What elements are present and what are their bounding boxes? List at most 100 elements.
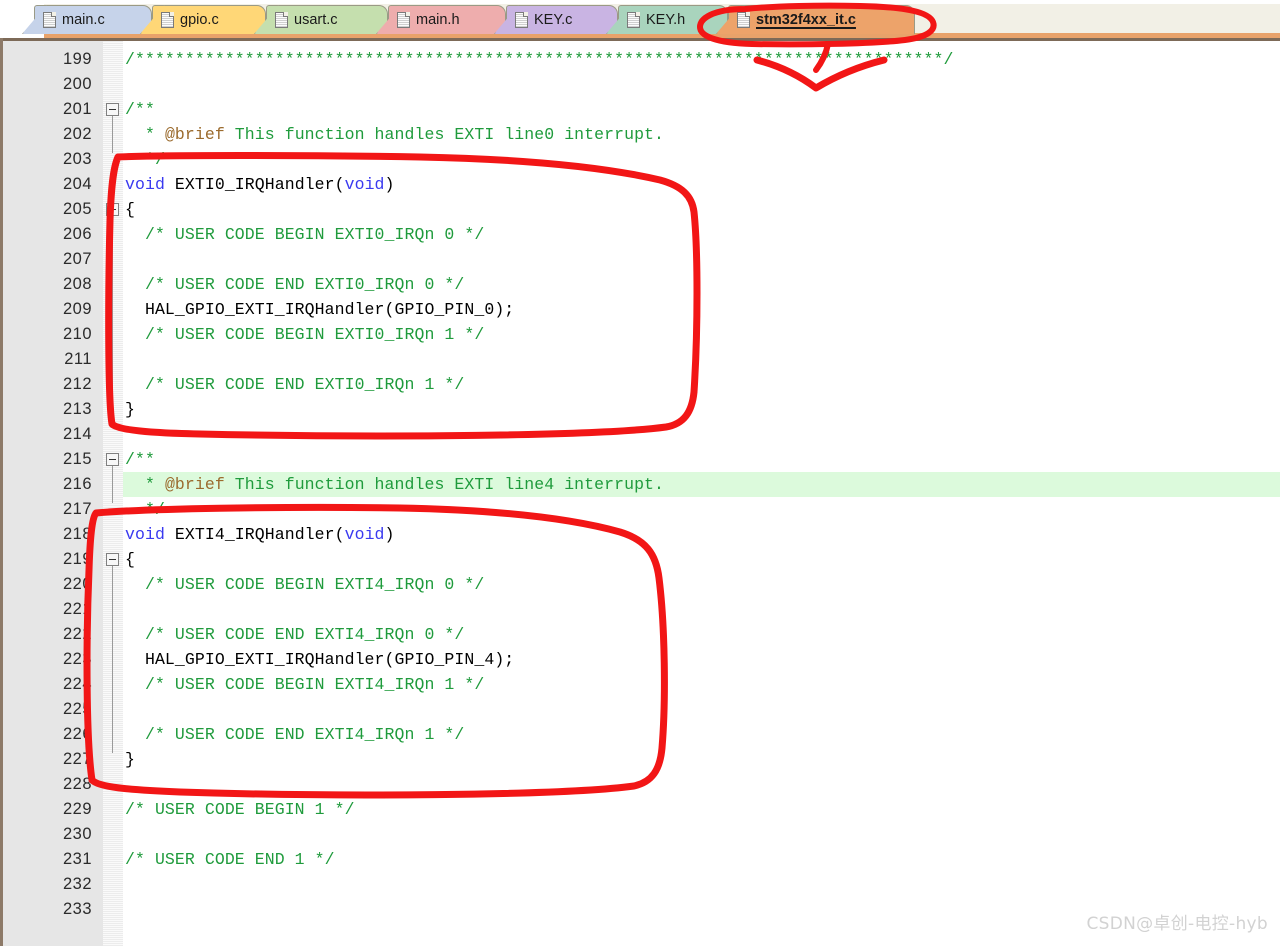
code-token-comment: /* USER CODE BEGIN EXTI0_IRQn 1 */ [125, 325, 485, 344]
code-line-row[interactable]: 220 /* USER CODE BEGIN EXTI4_IRQn 0 */ [0, 572, 1280, 597]
code-line-row[interactable]: 214 [0, 422, 1280, 447]
code-line-row[interactable]: 204 void EXTI0_IRQHandler(void) [0, 172, 1280, 197]
line-number: 207 [62, 250, 92, 268]
code-token-comment: * [125, 125, 165, 144]
line-number: 227 [62, 750, 92, 768]
code-line-row[interactable]: 217 */ [0, 497, 1280, 522]
code-token-comment: /* USER CODE END EXTI0_IRQn 0 */ [125, 275, 465, 294]
editor-tab-stm32f4xx-it-c[interactable]: stm32f4xx_it.c [728, 5, 915, 34]
code-line-text: } [125, 747, 135, 772]
fold-span-line [112, 465, 113, 503]
code-line-row[interactable]: 200 [0, 72, 1280, 97]
code-line-row[interactable]: 227} [0, 747, 1280, 772]
code-token-plain: EXTI0_IRQHandler( [164, 175, 345, 194]
code-line-row[interactable]: 212 /* USER CODE END EXTI0_IRQn 1 */ [0, 372, 1280, 397]
editor-tab-main-h[interactable]: main.h [388, 5, 506, 34]
code-line-row[interactable]: 231 /* USER CODE END 1 */ [0, 847, 1280, 872]
code-token-comment: /* USER CODE BEGIN EXTI4_IRQn 1 */ [125, 675, 485, 694]
code-line-row[interactable]: 216 * @brief This function handles EXTI … [0, 472, 1280, 497]
code-token-comment: /***************************************… [125, 50, 954, 69]
code-line-row[interactable]: 207 [0, 247, 1280, 272]
code-line-text: * @brief This function handles EXTI line… [125, 122, 664, 147]
code-line-text: { [125, 197, 135, 222]
code-token-plain: HAL_GPIO_EXTI_IRQHandler(GPIO_PIN_0); [125, 300, 515, 319]
code-line-row[interactable]: 223 HAL_GPIO_EXTI_IRQHandler(GPIO_PIN_4)… [0, 647, 1280, 672]
editor-tab-label: stm32f4xx_it.c [756, 12, 856, 28]
editor-tab-gpio-c[interactable]: gpio.c [152, 5, 266, 34]
code-token-comment: /* USER CODE BEGIN EXTI0_IRQn 0 */ [125, 225, 485, 244]
line-number: 203 [62, 150, 92, 168]
line-number: 230 [62, 825, 92, 843]
code-line-row[interactable]: 199 /************************************… [0, 47, 1280, 72]
code-line-row[interactable]: 215 /** [0, 447, 1280, 472]
code-line-row[interactable]: 205 { [0, 197, 1280, 222]
code-line-text: * @brief This function handles EXTI line… [125, 472, 664, 497]
code-token-plain: } [125, 750, 135, 769]
code-line-row[interactable]: 209 HAL_GPIO_EXTI_IRQHandler(GPIO_PIN_0)… [0, 297, 1280, 322]
code-token-comment: */ [125, 150, 165, 169]
code-token-comment: This function handles EXTI line4 interru… [224, 475, 665, 494]
editor-tab-key-h[interactable]: KEY.h [618, 5, 728, 34]
code-line-row[interactable]: 203 */ [0, 147, 1280, 172]
line-number: 212 [62, 375, 92, 393]
code-line-row[interactable]: 225 [0, 697, 1280, 722]
code-line-text: /* USER CODE END EXTI0_IRQn 0 */ [125, 272, 464, 297]
editor-tab-label: main.h [416, 12, 460, 28]
editor-tab-key-c[interactable]: KEY.c [506, 5, 618, 34]
code-line-text: /* USER CODE BEGIN EXTI4_IRQn 1 */ [125, 672, 484, 697]
code-line-row[interactable]: 232 [0, 872, 1280, 897]
document-icon [627, 12, 640, 28]
code-line-row[interactable]: 218 void EXTI4_IRQHandler(void) [0, 522, 1280, 547]
code-line-row[interactable]: 201 /** [0, 97, 1280, 122]
editor-tab-main-c[interactable]: main.c [34, 5, 152, 34]
code-token-comment: /* USER CODE END EXTI0_IRQn 1 */ [125, 375, 465, 394]
document-icon [43, 12, 56, 28]
code-token-comment: /* USER CODE END 1 */ [125, 850, 335, 869]
code-line-row[interactable]: 208 /* USER CODE END EXTI0_IRQn 0 */ [0, 272, 1280, 297]
editor-tab-label: gpio.c [180, 12, 219, 28]
fold-toggle-minus-icon[interactable] [106, 453, 119, 466]
code-line-row[interactable]: 226 /* USER CODE END EXTI4_IRQn 1 */ [0, 722, 1280, 747]
line-number: 200 [62, 75, 92, 93]
code-token-plain: ) [384, 525, 395, 544]
code-line-text: /** [125, 97, 155, 122]
code-line-row[interactable]: 202 * @brief This function handles EXTI … [0, 122, 1280, 147]
line-number: 223 [62, 650, 92, 668]
code-line-row[interactable]: 219 { [0, 547, 1280, 572]
editor-top-border [0, 38, 1280, 41]
line-number: 201 [62, 100, 92, 118]
line-number: 221 [62, 600, 92, 618]
code-line-row[interactable]: 229 /* USER CODE BEGIN 1 */ [0, 797, 1280, 822]
line-number: 226 [62, 725, 92, 743]
code-line-row[interactable]: 222 /* USER CODE END EXTI4_IRQn 0 */ [0, 622, 1280, 647]
code-line-row[interactable]: 221 [0, 597, 1280, 622]
editor-pane[interactable]: 199 /************************************… [0, 38, 1280, 946]
code-line-row[interactable]: 211 [0, 347, 1280, 372]
code-line-row[interactable]: 230 [0, 822, 1280, 847]
fold-toggle-minus-icon[interactable] [106, 553, 119, 566]
code-line-row[interactable]: 210 /* USER CODE BEGIN EXTI0_IRQn 1 */ [0, 322, 1280, 347]
line-number: 210 [62, 325, 92, 343]
code-line-row[interactable]: 224 /* USER CODE BEGIN EXTI4_IRQn 1 */ [0, 672, 1280, 697]
code-line-text: { [125, 547, 135, 572]
code-line-text: */ [125, 147, 165, 172]
code-token-comment: /* USER CODE BEGIN EXTI4_IRQn 0 */ [125, 575, 485, 594]
line-number: 216 [62, 475, 92, 493]
editor-tab-label: main.c [62, 12, 105, 28]
code-line-text: } [125, 397, 135, 422]
code-token-doctag: @brief [164, 125, 225, 144]
fold-toggle-minus-icon[interactable] [106, 103, 119, 116]
code-line-row[interactable]: 206 /* USER CODE BEGIN EXTI0_IRQn 0 */ [0, 222, 1280, 247]
code-line-row[interactable]: 228 [0, 772, 1280, 797]
line-number: 218 [62, 525, 92, 543]
code-line-text: /** [125, 447, 155, 472]
code-line-row[interactable]: 213} [0, 397, 1280, 422]
code-line-text: HAL_GPIO_EXTI_IRQHandler(GPIO_PIN_4); [125, 647, 514, 672]
document-icon [397, 12, 410, 28]
fold-toggle-plus-icon[interactable] [106, 203, 119, 216]
line-number: 214 [62, 425, 92, 443]
editor-tab-usart-c[interactable]: usart.c [266, 5, 388, 34]
line-number: 217 [62, 500, 92, 518]
code-line-text: /* USER CODE END EXTI4_IRQn 1 */ [125, 722, 464, 747]
line-number: 220 [62, 575, 92, 593]
